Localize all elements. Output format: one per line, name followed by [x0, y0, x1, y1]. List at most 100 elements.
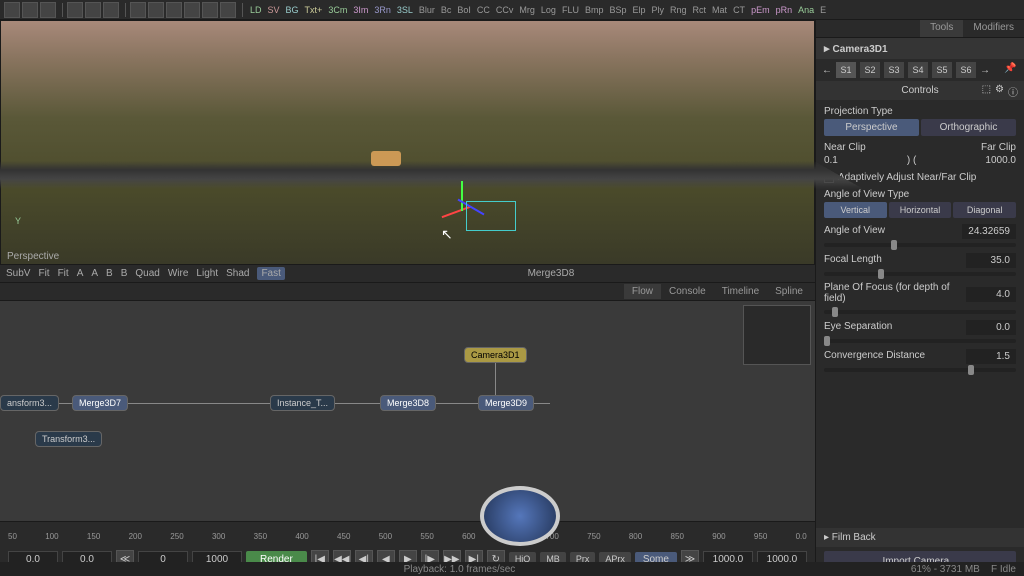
- viewport-3d[interactable]: ↖ Y Perspective: [0, 20, 815, 265]
- vertical-button[interactable]: Vertical: [824, 202, 887, 218]
- tab-console[interactable]: Console: [661, 284, 714, 299]
- tool-ld[interactable]: LD: [247, 2, 265, 18]
- tool-ply[interactable]: Ply: [649, 2, 668, 18]
- timeline-ruler[interactable]: 50 100 150 200 250 300 350 400 450 500 5…: [4, 526, 811, 546]
- open-icon[interactable]: [22, 2, 38, 18]
- pin-icon[interactable]: 📌: [1004, 63, 1018, 77]
- state-s3[interactable]: S3: [884, 62, 904, 78]
- layout6-icon[interactable]: [220, 2, 236, 18]
- new-icon[interactable]: [4, 2, 20, 18]
- cut-icon[interactable]: [67, 2, 83, 18]
- focal-slider[interactable]: [824, 272, 1016, 276]
- orthographic-button[interactable]: Orthographic: [921, 119, 1016, 136]
- aov-slider[interactable]: [824, 243, 1016, 247]
- state-s5[interactable]: S5: [932, 62, 952, 78]
- tool-3sl[interactable]: 3SL: [394, 2, 416, 18]
- eye-sep-slider[interactable]: [824, 339, 1016, 343]
- flow-editor[interactable]: ansform3... Transform3... Merge3D7 Insta…: [0, 301, 815, 521]
- vt-fit1[interactable]: Fit: [38, 268, 49, 279]
- state-s4[interactable]: S4: [908, 62, 928, 78]
- tool-rng[interactable]: Rng: [667, 2, 690, 18]
- node-transform3a[interactable]: ansform3...: [0, 395, 59, 411]
- eye-sep-value[interactable]: 0.0: [966, 320, 1016, 335]
- adaptive-check[interactable]: ✓ Adaptively Adjust Near/Far Clip: [824, 172, 1016, 183]
- info-icon[interactable]: ⓘ: [1008, 84, 1018, 99]
- tool-mrg[interactable]: Mrg: [516, 2, 538, 18]
- tool-mat[interactable]: Mat: [709, 2, 730, 18]
- perspective-button[interactable]: Perspective: [824, 119, 919, 136]
- layout4-icon[interactable]: [184, 2, 200, 18]
- vt-quad[interactable]: Quad: [135, 268, 159, 279]
- tab-timeline[interactable]: Timeline: [714, 284, 767, 299]
- tab-tools[interactable]: Tools: [920, 20, 963, 37]
- tool-cc[interactable]: CC: [474, 2, 493, 18]
- tool-3cm[interactable]: 3Cm: [325, 2, 350, 18]
- gear-icon[interactable]: ⚙: [995, 84, 1004, 99]
- tool-bsp[interactable]: BSp: [606, 2, 629, 18]
- tool-bc[interactable]: Bc: [438, 2, 455, 18]
- vt-a2[interactable]: A: [91, 268, 98, 279]
- layout5-icon[interactable]: [202, 2, 218, 18]
- tool-log[interactable]: Log: [538, 2, 559, 18]
- node-transform3b[interactable]: Transform3...: [35, 431, 102, 447]
- arrow-left-icon[interactable]: ←: [822, 65, 832, 76]
- state-s1[interactable]: S1: [836, 62, 856, 78]
- vt-subv[interactable]: SubV: [6, 268, 30, 279]
- tool-bg[interactable]: BG: [283, 2, 302, 18]
- script-icon[interactable]: ⬚: [982, 84, 991, 99]
- node-merge3d9[interactable]: Merge3D9: [478, 395, 534, 411]
- tool-blur[interactable]: Blur: [416, 2, 438, 18]
- focal-value[interactable]: 35.0: [966, 253, 1016, 268]
- axis-y-icon[interactable]: [461, 181, 463, 211]
- vt-fast[interactable]: Fast: [257, 267, 284, 280]
- state-s6[interactable]: S6: [956, 62, 976, 78]
- tab-spline[interactable]: Spline: [767, 284, 811, 299]
- film-back-section[interactable]: ▸ Film Back: [816, 528, 1024, 547]
- conv-slider[interactable]: [824, 368, 1016, 372]
- conv-value[interactable]: 1.5: [966, 349, 1016, 364]
- layout2-icon[interactable]: [148, 2, 164, 18]
- vt-b1[interactable]: B: [106, 268, 113, 279]
- vt-shad[interactable]: Shad: [226, 268, 249, 279]
- node-merge3d7[interactable]: Merge3D7: [72, 395, 128, 411]
- layout3-icon[interactable]: [166, 2, 182, 18]
- pof-value[interactable]: 4.0: [966, 287, 1016, 302]
- vt-wire[interactable]: Wire: [168, 268, 189, 279]
- camera-wireframe[interactable]: [466, 201, 516, 231]
- diagonal-button[interactable]: Diagonal: [953, 202, 1016, 218]
- tool-bol[interactable]: BoI: [454, 2, 474, 18]
- vt-b2[interactable]: B: [121, 268, 128, 279]
- flow-navigator[interactable]: [743, 305, 811, 365]
- far-clip-value[interactable]: 1000.0: [985, 155, 1016, 166]
- layout1-icon[interactable]: [130, 2, 146, 18]
- node-instance[interactable]: Instance_T...: [270, 395, 335, 411]
- state-s2[interactable]: S2: [860, 62, 880, 78]
- tool-sv[interactable]: SV: [265, 2, 283, 18]
- node-merge3d8[interactable]: Merge3D8: [380, 395, 436, 411]
- pof-slider[interactable]: [824, 310, 1016, 314]
- tool-ct[interactable]: CT: [730, 2, 748, 18]
- tab-modifiers[interactable]: Modifiers: [963, 20, 1024, 37]
- save-icon[interactable]: [40, 2, 56, 18]
- tool-3im[interactable]: 3Im: [350, 2, 371, 18]
- tool-e[interactable]: E: [817, 2, 829, 18]
- camera-gizmo[interactable]: [441, 181, 521, 241]
- tool-ccv[interactable]: CCv: [493, 2, 517, 18]
- tool-pem[interactable]: pEm: [748, 2, 773, 18]
- copy-icon[interactable]: [85, 2, 101, 18]
- near-clip-value[interactable]: 0.1: [824, 155, 838, 166]
- horizontal-button[interactable]: Horizontal: [889, 202, 952, 218]
- tab-flow[interactable]: Flow: [624, 284, 661, 299]
- tool-rct[interactable]: Rct: [690, 2, 710, 18]
- tool-elp[interactable]: Elp: [630, 2, 649, 18]
- vt-fit2[interactable]: Fit: [58, 268, 69, 279]
- node-camera3d1[interactable]: Camera3D1: [464, 347, 527, 363]
- paste-icon[interactable]: [103, 2, 119, 18]
- arrow-right-icon[interactable]: →: [980, 65, 990, 76]
- tool-txt[interactable]: Txt+: [302, 2, 326, 18]
- vt-a1[interactable]: A: [77, 268, 84, 279]
- tool-bmp[interactable]: Bmp: [582, 2, 607, 18]
- tool-3rn[interactable]: 3Rn: [371, 2, 394, 18]
- vt-light[interactable]: Light: [196, 268, 218, 279]
- tool-flu[interactable]: FLU: [559, 2, 582, 18]
